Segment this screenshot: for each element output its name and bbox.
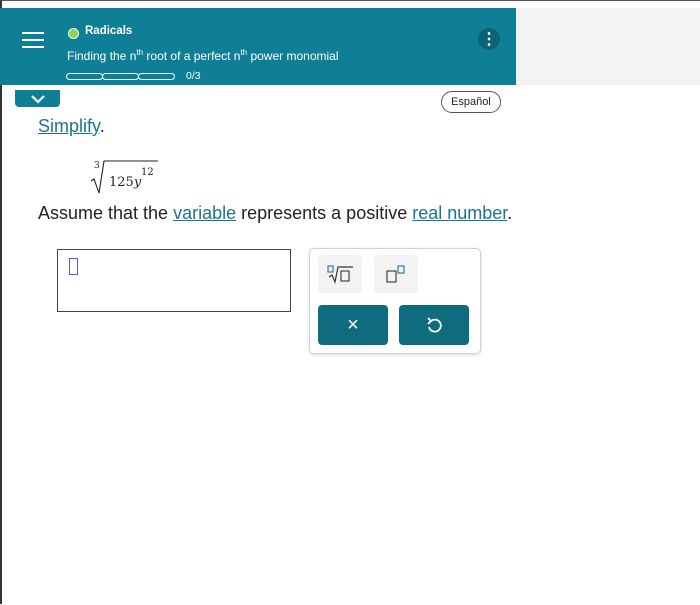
clear-button[interactable]: × [318, 305, 388, 345]
svg-text:125y: 125y [109, 175, 142, 190]
input-cursor-box [69, 258, 78, 275]
radicand-coefficient: 125 [109, 175, 134, 190]
collapse-chevron-icon[interactable] [15, 90, 60, 107]
real-number-link[interactable]: real number [412, 203, 507, 223]
instruction-text: Simplify. [38, 116, 105, 136]
exponent-icon [386, 265, 405, 283]
lesson-title: Finding the nth root of a perfect nth po… [67, 48, 339, 63]
math-tool-panel: × [309, 248, 481, 354]
undo-icon [427, 317, 442, 333]
progress-bar [66, 73, 175, 80]
radicand-exponent: 12 [141, 167, 154, 178]
nth-root-icon [327, 265, 353, 284]
header-bar: Radicals Finding the nth root of a perfe… [0, 8, 516, 85]
header-right-area [516, 8, 700, 85]
more-options-icon[interactable]: ⋮ [478, 28, 500, 50]
simplify-link[interactable]: Simplify [38, 116, 100, 136]
language-toggle-button[interactable]: Español [441, 91, 501, 113]
radical-index: 3 [94, 161, 100, 171]
progress-segment [138, 73, 175, 80]
answer-input[interactable] [57, 249, 291, 312]
menu-icon[interactable] [22, 32, 44, 50]
progress-segment [66, 73, 103, 80]
assumption-text: Assume that the variable represents a po… [38, 203, 513, 223]
variable-link[interactable]: variable [173, 203, 236, 223]
progress-segment [102, 73, 139, 80]
progress-count: 0/3 [186, 70, 201, 82]
exponent-button[interactable] [374, 255, 418, 293]
nth-root-button[interactable] [318, 255, 362, 293]
radical-expression: 3 125y 12 [90, 160, 158, 194]
status-dot-icon [68, 28, 79, 39]
topic-label: Radicals [85, 25, 133, 37]
undo-button[interactable] [399, 305, 469, 345]
